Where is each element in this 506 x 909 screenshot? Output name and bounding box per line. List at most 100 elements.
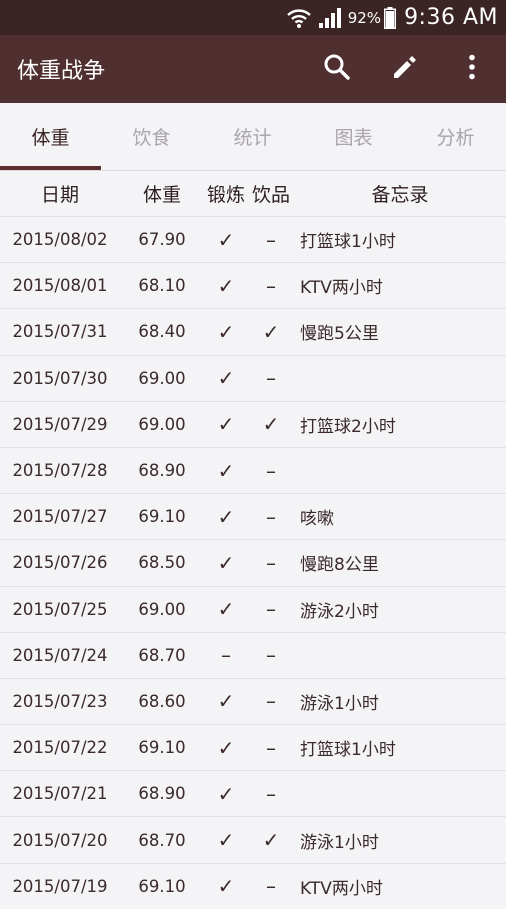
cell-exercise: ✓: [217, 781, 235, 806]
table-row[interactable]: 2015/07/23 68.60 ✓ – 游泳1小时: [0, 677, 506, 724]
cell-exercise: ✓: [217, 412, 235, 437]
table-row[interactable]: 2015/07/27 69.10 ✓ – 咳嗽: [0, 493, 506, 539]
cell-memo: [300, 448, 506, 493]
table-row[interactable]: 2015/07/29 69.00 ✓ ✓ 打篮球2小时: [0, 400, 506, 447]
cell-weight: 69.00: [138, 414, 186, 434]
search-button[interactable]: [312, 35, 362, 103]
tab-analysis[interactable]: 分析: [405, 103, 506, 170]
cell-memo: [300, 633, 506, 678]
cell-weight: 68.60: [138, 691, 186, 711]
cell-date: 2015/07/28: [12, 461, 108, 481]
cell-drink: –: [266, 458, 276, 483]
tab-diet[interactable]: 饮食: [101, 103, 202, 170]
cell-weight: 68.70: [138, 645, 186, 665]
header-exercise: 锻炼: [206, 184, 245, 206]
tab-statistics[interactable]: 统计: [202, 103, 303, 170]
battery-percent: 92%: [347, 8, 382, 27]
cell-drink: –: [266, 227, 276, 252]
table-row[interactable]: 2015/07/25 69.00 ✓ – 游泳2小时: [0, 585, 506, 632]
cell-date: 2015/07/24: [12, 645, 108, 665]
cell-memo: 打篮球1小时: [300, 232, 396, 253]
cell-memo: 慢跑8公里: [300, 555, 379, 576]
cell-weight: 69.10: [138, 738, 186, 758]
cell-exercise: ✓: [217, 689, 235, 714]
cell-drink: ✓: [262, 412, 280, 437]
table-row[interactable]: 2015/07/20 68.70 ✓ ✓ 游泳1小时: [0, 816, 506, 862]
tab-bar: 体重 饮食 统计 图表 分析: [0, 103, 506, 171]
edit-icon: [391, 53, 419, 85]
cell-weight: 68.90: [138, 784, 186, 804]
cell-exercise: ✓: [217, 227, 235, 252]
edit-button[interactable]: [380, 35, 430, 103]
cell-exercise: ✓: [217, 828, 235, 853]
cell-exercise: ✓: [217, 319, 235, 344]
battery-icon: [384, 6, 397, 29]
table-row[interactable]: 2015/07/31 68.40 ✓ ✓ 慢跑5公里: [0, 308, 506, 354]
table-row[interactable]: 2015/08/02 67.90 ✓ – 打篮球1小时: [0, 216, 506, 262]
cell-exercise: ✓: [217, 874, 235, 899]
status-bar: 92% 9:36 AM: [0, 0, 506, 35]
cell-memo: 游泳1小时: [300, 693, 379, 714]
app-bar: 体重战争: [0, 35, 506, 103]
app-title: 体重战争: [17, 59, 106, 84]
cell-drink: –: [266, 550, 276, 575]
cell-drink: –: [266, 689, 276, 714]
cell-drink: ✓: [262, 828, 280, 853]
cell-memo: [300, 771, 506, 816]
cell-weight: 68.40: [138, 322, 186, 342]
clock-time: 9:36 AM: [404, 5, 498, 30]
more-options-button[interactable]: [447, 35, 497, 103]
cell-date: 2015/07/25: [12, 599, 108, 619]
cell-memo: 游泳2小时: [300, 601, 379, 622]
table-row[interactable]: 2015/07/24 68.70 – –: [0, 631, 506, 678]
cell-exercise: ✓: [217, 597, 235, 622]
table-row[interactable]: 2015/07/19 69.10 ✓ – KTV两小时: [0, 862, 506, 909]
cell-weight: 68.50: [138, 553, 186, 573]
header-drink: 饮品: [251, 184, 290, 206]
weight-log-table: 2015/08/02 67.90 ✓ – 打篮球1小时 2015/08/01 68.10 ✓…: [0, 216, 506, 909]
cell-date: 2015/07/27: [12, 507, 108, 527]
cell-exercise: ✓: [217, 273, 235, 298]
cell-date: 2015/08/01: [12, 276, 108, 296]
cell-drink: –: [266, 874, 276, 899]
cell-exercise: ✓: [217, 504, 235, 529]
cell-weight: 68.70: [138, 830, 186, 850]
active-tab-indicator: [0, 166, 101, 170]
tab-charts[interactable]: 图表: [303, 103, 404, 170]
wifi-icon: [286, 7, 312, 29]
cell-drink: ✓: [262, 319, 280, 344]
table-row[interactable]: 2015/07/22 69.10 ✓ – 打篮球1小时: [0, 724, 506, 770]
cell-memo: 慢跑5公里: [300, 324, 379, 345]
header-memo: 备忘录: [371, 184, 429, 206]
cell-date: 2015/07/31: [12, 322, 108, 342]
signal-icon: [318, 7, 342, 29]
table-row[interactable]: 2015/07/28 68.90 ✓ –: [0, 446, 506, 493]
cell-date: 2015/07/19: [12, 876, 108, 896]
cell-memo: [300, 356, 506, 401]
cell-weight: 68.90: [138, 461, 186, 481]
cell-weight: 67.90: [138, 230, 186, 250]
cell-drink: –: [266, 643, 276, 668]
cell-weight: 68.10: [138, 276, 186, 296]
cell-date: 2015/07/23: [12, 691, 108, 711]
cell-date: 2015/08/02: [12, 230, 108, 250]
table-row[interactable]: 2015/07/21 68.90 ✓ –: [0, 770, 506, 816]
table-row[interactable]: 2015/07/26 68.50 ✓ – 慢跑8公里: [0, 539, 506, 585]
cell-weight: 69.00: [138, 368, 186, 388]
table-row[interactable]: 2015/07/30 69.00 ✓ –: [0, 354, 506, 401]
cell-weight: 69.10: [138, 507, 186, 527]
tab-weight[interactable]: 体重: [0, 103, 101, 170]
cell-date: 2015/07/20: [12, 830, 108, 850]
cell-date: 2015/07/26: [12, 553, 108, 573]
cell-exercise: ✓: [217, 458, 235, 483]
cell-memo: 游泳1小时: [300, 832, 379, 853]
cell-drink: –: [266, 366, 276, 391]
table-row[interactable]: 2015/08/01 68.10 ✓ – KTV两小时: [0, 262, 506, 308]
header-date: 日期: [40, 184, 79, 206]
cell-exercise: ✓: [217, 735, 235, 760]
cell-drink: –: [266, 504, 276, 529]
cell-memo: 打篮球1小时: [300, 740, 396, 761]
cell-date: 2015/07/21: [12, 784, 108, 804]
cell-drink: –: [266, 781, 276, 806]
more-vert-icon: [468, 54, 476, 84]
